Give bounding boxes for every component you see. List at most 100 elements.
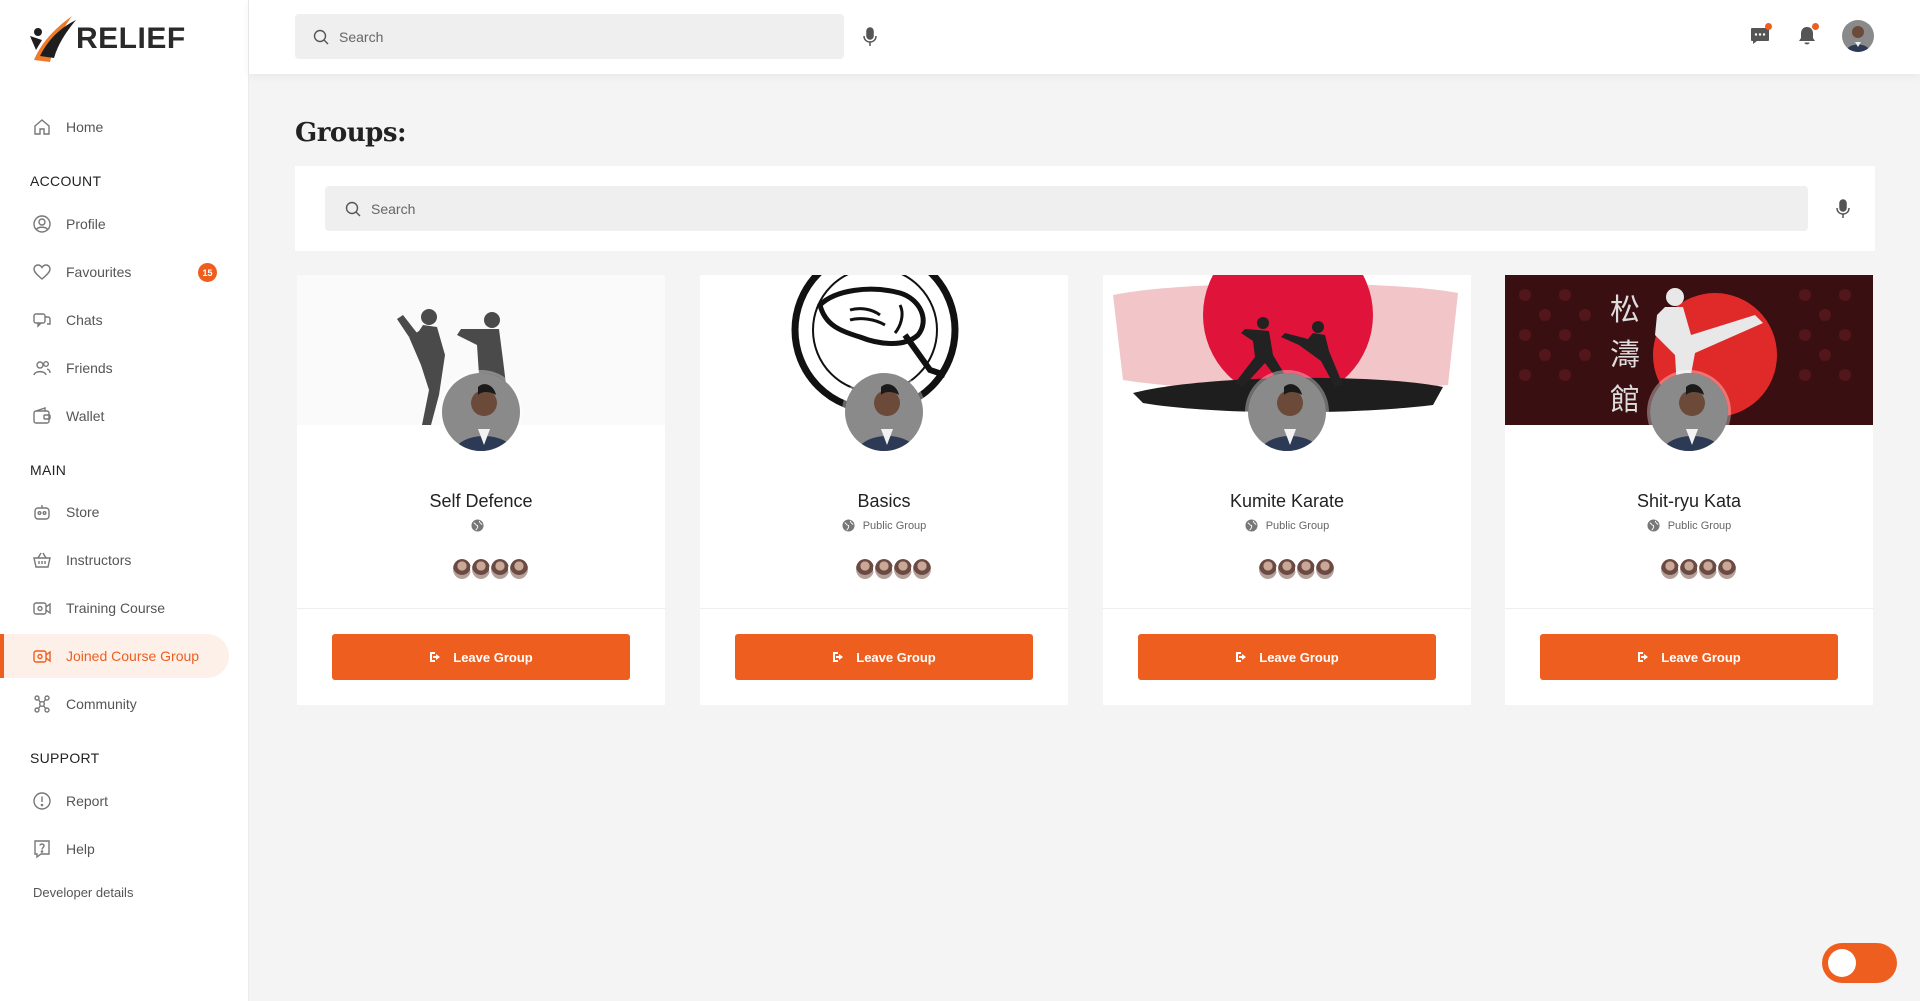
leave-group-label: Leave Group (1661, 649, 1741, 665)
sidebar-item-profile[interactable]: Profile (0, 202, 229, 246)
help-icon (32, 839, 52, 859)
developer-details-link[interactable]: Developer details (33, 885, 133, 900)
leave-group-button[interactable]: Leave Group (1540, 634, 1838, 680)
sidebar-item-friends[interactable]: Friends (0, 346, 229, 390)
sidebar-item-community[interactable]: Community (0, 682, 229, 726)
sign-out-icon (833, 652, 844, 662)
sidebar-item-chats[interactable]: Chats (0, 298, 229, 342)
member-avatar (911, 557, 933, 581)
member-avatars (1659, 557, 1738, 581)
sidebar-item-help[interactable]: Help (0, 827, 229, 871)
relief-logo-icon (30, 16, 76, 62)
sidebar-item-label: Joined Course Group (66, 648, 200, 664)
messages-notification-dot (1765, 23, 1772, 30)
messages-icon[interactable] (1748, 23, 1772, 48)
sidebar-item-label: Instructors (66, 552, 132, 568)
sidebar-item-training-course[interactable]: Training Course (0, 586, 229, 630)
sidebar-item-label: Help (66, 841, 95, 857)
group-owner-avatar (439, 370, 523, 454)
header-search-box[interactable] (295, 14, 844, 59)
leave-group-button[interactable]: Leave Group (332, 634, 630, 680)
group-card: 松 濤 館 Shit-ryu Kata Public Group Leave G… (1505, 275, 1873, 705)
sidebar-item-label: Training Course (66, 600, 166, 616)
chat-icon (32, 310, 52, 330)
group-owner-avatar (842, 370, 926, 454)
member-avatars (451, 557, 530, 581)
svg-text:松: 松 (1610, 293, 1640, 328)
leave-group-button[interactable]: Leave Group (735, 634, 1033, 680)
sidebar-item-favourites[interactable]: Favourites (0, 250, 229, 294)
sidebar-item-report[interactable]: Report (0, 779, 229, 823)
group-type: Public Group (700, 519, 1068, 532)
globe-icon (842, 519, 855, 532)
group-owner-avatar (1647, 370, 1731, 454)
sidebar-item-label: Report (66, 793, 109, 809)
group-name[interactable]: Kumite Karate (1103, 491, 1471, 512)
users-icon (32, 358, 52, 378)
group-search-input[interactable] (371, 200, 1771, 217)
sign-out-icon (1236, 652, 1247, 662)
brand-logo[interactable]: RELIEF (26, 10, 186, 68)
community-icon (32, 694, 52, 714)
group-search-mic-icon[interactable] (1833, 198, 1853, 220)
leave-group-button[interactable]: Leave Group (1138, 634, 1436, 680)
group-type (297, 519, 665, 532)
sidebar-item-wallet[interactable]: Wallet (0, 394, 229, 438)
member-avatars (1257, 557, 1336, 581)
page-title: Groups: (295, 118, 407, 148)
header-search-input[interactable] (339, 28, 819, 45)
sidebar-item-label: Chats (66, 312, 103, 328)
sidebar-item-store[interactable]: Store (0, 490, 229, 534)
globe-icon (470, 519, 484, 532)
globe-icon (1245, 519, 1258, 532)
sidebar-item-label: Home (66, 119, 104, 135)
member-avatar (1314, 557, 1336, 581)
group-owner-avatar (1245, 370, 1329, 454)
section-title-main: MAIN (30, 462, 67, 478)
sidebar-item-label: Friends (66, 360, 113, 376)
group-card: Kumite Karate Public Group Leave Group (1103, 275, 1471, 705)
basket-icon (32, 550, 52, 570)
section-title-support: SUPPORT (30, 750, 100, 766)
favourites-count-badge: 15 (198, 263, 217, 282)
divider (1505, 608, 1873, 609)
header-mic-icon[interactable] (860, 26, 880, 48)
group-type-label: Public Group (1265, 519, 1330, 532)
divider (700, 608, 1068, 609)
video-icon (32, 598, 52, 618)
group-type-label: Public Group (862, 519, 927, 532)
group-name[interactable]: Shit-ryu Kata (1505, 491, 1873, 512)
wallet-icon (32, 406, 52, 426)
theme-toggle[interactable] (1822, 943, 1897, 983)
group-name[interactable]: Basics (700, 491, 1068, 512)
sidebar-item-home[interactable]: Home (0, 105, 229, 149)
svg-text:館: 館 (1610, 383, 1640, 418)
group-name[interactable]: Self Defence (297, 491, 665, 512)
member-avatar (508, 557, 530, 581)
group-search-box[interactable] (325, 186, 1808, 231)
member-avatar (1716, 557, 1738, 581)
group-card: Basics Public Group Leave Group (700, 275, 1068, 705)
sidebar-item-joined-course-group[interactable]: Joined Course Group (0, 634, 229, 678)
bell-notification-dot (1812, 23, 1819, 30)
divider (1103, 608, 1471, 609)
video-group-icon (32, 646, 52, 666)
store-icon (32, 502, 52, 522)
leave-group-label: Leave Group (1259, 649, 1339, 665)
sign-out-icon (1638, 652, 1649, 662)
sidebar-item-instructors[interactable]: Instructors (0, 538, 229, 582)
member-avatars (854, 557, 933, 581)
bell-icon[interactable] (1795, 23, 1819, 48)
group-type: Public Group (1505, 519, 1873, 532)
group-type-label: Public Group (1667, 519, 1732, 532)
sign-out-icon (430, 652, 441, 662)
heart-icon (32, 262, 52, 282)
user-circle-icon (32, 214, 52, 234)
home-icon (32, 117, 52, 137)
alert-icon (32, 791, 52, 811)
sidebar-item-label: Profile (66, 216, 106, 232)
svg-text:濤: 濤 (1610, 338, 1640, 373)
search-icon (313, 29, 329, 44)
leave-group-label: Leave Group (856, 649, 936, 665)
user-avatar[interactable] (1842, 20, 1874, 52)
